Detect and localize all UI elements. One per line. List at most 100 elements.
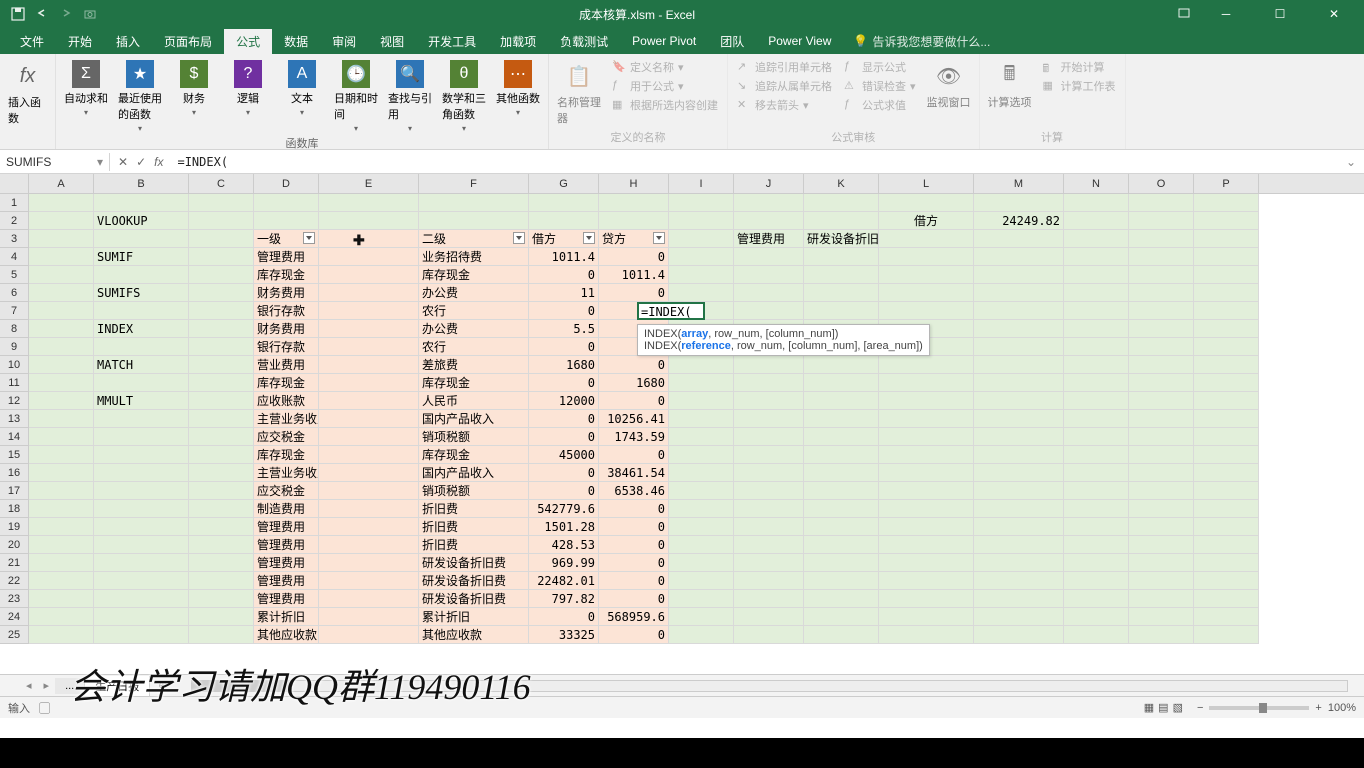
cell-O12[interactable] [1129, 392, 1194, 410]
cell-J24[interactable] [734, 608, 804, 626]
cell-H23[interactable]: 0 [599, 590, 669, 608]
col-header-M[interactable]: M [974, 174, 1064, 193]
cell-M16[interactable] [974, 464, 1064, 482]
cell-B5[interactable] [94, 266, 189, 284]
cell-C13[interactable] [189, 410, 254, 428]
cell-P7[interactable] [1194, 302, 1259, 320]
cell-B17[interactable] [94, 482, 189, 500]
cell-G23[interactable]: 797.82 [529, 590, 599, 608]
cell-O8[interactable] [1129, 320, 1194, 338]
row-header-13[interactable]: 13 [0, 410, 28, 428]
cell-N22[interactable] [1064, 572, 1129, 590]
cell-H1[interactable] [599, 194, 669, 212]
cell-N15[interactable] [1064, 446, 1129, 464]
cell-P13[interactable] [1194, 410, 1259, 428]
cell-L2[interactable]: 借方 [879, 212, 974, 230]
cell-A10[interactable] [29, 356, 94, 374]
cell-F13[interactable]: 国内产品收入 [419, 410, 529, 428]
cell-O23[interactable] [1129, 590, 1194, 608]
cell-C23[interactable] [189, 590, 254, 608]
tab-view[interactable]: 视图 [368, 29, 416, 54]
cell-G1[interactable] [529, 194, 599, 212]
cell-K21[interactable] [804, 554, 879, 572]
cell-F2[interactable] [419, 212, 529, 230]
cell-C2[interactable] [189, 212, 254, 230]
cell-G2[interactable] [529, 212, 599, 230]
cell-D8[interactable]: 财务费用 [254, 320, 319, 338]
cell-M6[interactable] [974, 284, 1064, 302]
cell-L25[interactable] [879, 626, 974, 644]
cell-F14[interactable]: 销项税额 [419, 428, 529, 446]
cell-I22[interactable] [669, 572, 734, 590]
cell-D18[interactable]: 制造费用 [254, 500, 319, 518]
cell-J14[interactable] [734, 428, 804, 446]
cell-O16[interactable] [1129, 464, 1194, 482]
cell-B3[interactable] [94, 230, 189, 248]
cell-O3[interactable] [1129, 230, 1194, 248]
cell-P8[interactable] [1194, 320, 1259, 338]
cell-N14[interactable] [1064, 428, 1129, 446]
col-header-O[interactable]: O [1129, 174, 1194, 193]
cell-L20[interactable] [879, 536, 974, 554]
cell-L19[interactable] [879, 518, 974, 536]
cell-G18[interactable]: 542779.6 [529, 500, 599, 518]
cell-F21[interactable]: 研发设备折旧费 [419, 554, 529, 572]
cell-J11[interactable] [734, 374, 804, 392]
cell-C3[interactable] [189, 230, 254, 248]
funclib-button-2[interactable]: $财务▾ [170, 58, 218, 119]
cell-O11[interactable] [1129, 374, 1194, 392]
filter-icon[interactable] [653, 232, 665, 244]
cell-B22[interactable] [94, 572, 189, 590]
cell-A25[interactable] [29, 626, 94, 644]
cell-I14[interactable] [669, 428, 734, 446]
cell-C10[interactable] [189, 356, 254, 374]
cell-I23[interactable] [669, 590, 734, 608]
cell-E4[interactable] [319, 248, 419, 266]
save-icon[interactable] [10, 6, 26, 22]
cell-D22[interactable]: 管理费用 [254, 572, 319, 590]
col-header-K[interactable]: K [804, 174, 879, 193]
cell-E15[interactable] [319, 446, 419, 464]
row-header-15[interactable]: 15 [0, 446, 28, 464]
row-header-25[interactable]: 25 [0, 626, 28, 644]
cell-P22[interactable] [1194, 572, 1259, 590]
cell-B12[interactable]: MMULT [94, 392, 189, 410]
cell-G8[interactable]: 5.5 [529, 320, 599, 338]
col-header-C[interactable]: C [189, 174, 254, 193]
cell-E17[interactable] [319, 482, 419, 500]
cell-G11[interactable]: 0 [529, 374, 599, 392]
cell-L10[interactable] [879, 356, 974, 374]
tab-powerpivot[interactable]: Power Pivot [620, 30, 708, 52]
cell-F4[interactable]: 业务招待费 [419, 248, 529, 266]
cell-F7[interactable]: 农行 [419, 302, 529, 320]
cell-O20[interactable] [1129, 536, 1194, 554]
cell-D1[interactable] [254, 194, 319, 212]
cell-P10[interactable] [1194, 356, 1259, 374]
cell-F1[interactable] [419, 194, 529, 212]
cell-P17[interactable] [1194, 482, 1259, 500]
cell-O5[interactable] [1129, 266, 1194, 284]
cell-O1[interactable] [1129, 194, 1194, 212]
cell-P4[interactable] [1194, 248, 1259, 266]
cell-J6[interactable] [734, 284, 804, 302]
cell-G25[interactable]: 33325 [529, 626, 599, 644]
cell-G6[interactable]: 11 [529, 284, 599, 302]
row-header-18[interactable]: 18 [0, 500, 28, 518]
cell-C20[interactable] [189, 536, 254, 554]
cell-A2[interactable] [29, 212, 94, 230]
cell-C11[interactable] [189, 374, 254, 392]
cell-I16[interactable] [669, 464, 734, 482]
undo-icon[interactable] [34, 6, 50, 22]
select-all-triangle[interactable] [0, 174, 29, 194]
col-header-G[interactable]: G [529, 174, 599, 193]
cell-A17[interactable] [29, 482, 94, 500]
col-header-H[interactable]: H [599, 174, 669, 193]
cell-O21[interactable] [1129, 554, 1194, 572]
cell-G19[interactable]: 1501.28 [529, 518, 599, 536]
cell-G7[interactable]: 0 [529, 302, 599, 320]
cell-C24[interactable] [189, 608, 254, 626]
cell-K7[interactable] [804, 302, 879, 320]
cell-J2[interactable] [734, 212, 804, 230]
cell-F23[interactable]: 研发设备折旧费 [419, 590, 529, 608]
cell-J3[interactable]: 管理费用 [734, 230, 804, 248]
